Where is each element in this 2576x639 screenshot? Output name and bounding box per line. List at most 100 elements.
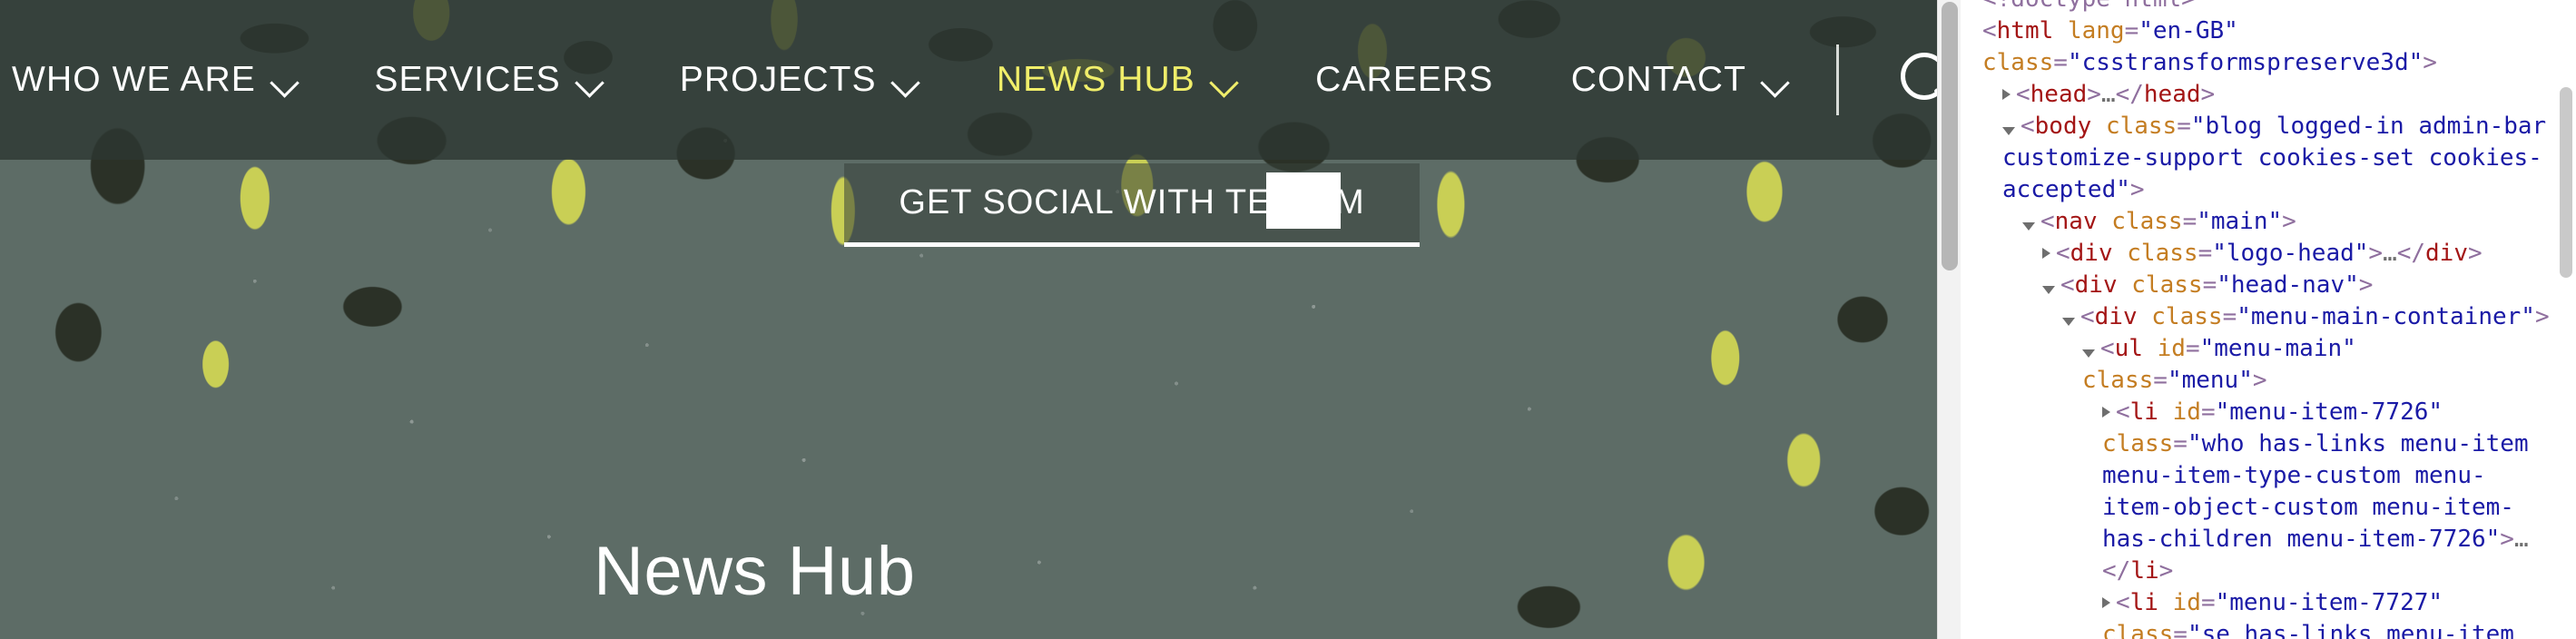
nav-item-label: PROJECTS bbox=[679, 60, 877, 99]
devtools-token bbox=[2356, 335, 2371, 362]
devtools-dom-node[interactable]: <div class="head-nav"> bbox=[1961, 270, 2556, 301]
devtools-dom-node[interactable]: <li id="menu-item-7726" class="who has-l… bbox=[1961, 397, 2556, 587]
chevron-down-icon bbox=[892, 69, 919, 96]
devtools-token: div bbox=[2074, 271, 2118, 299]
devtools-token: > bbox=[2534, 303, 2550, 330]
browser-window: WHO WE ARE SERVICES PROJECTS NEWS HUB CA… bbox=[0, 0, 2576, 639]
devtools-node-text: <head>…</head> bbox=[1961, 79, 2552, 111]
devtools-dom-node[interactable]: <head>…</head> bbox=[1961, 79, 2556, 111]
devtools-token: = bbox=[2200, 398, 2216, 426]
devtools-token: "en-GB" bbox=[2138, 17, 2238, 44]
devtools-token: = bbox=[2053, 49, 2068, 76]
devtools-token: </ bbox=[2115, 81, 2144, 108]
devtools-collapsed-triangle-icon[interactable] bbox=[2102, 407, 2110, 418]
devtools-token: > bbox=[2358, 271, 2374, 299]
devtools-token bbox=[2118, 271, 2132, 299]
devtools-token: head bbox=[2143, 81, 2201, 108]
devtools-token: class bbox=[2127, 240, 2198, 267]
chevron-down-icon bbox=[271, 69, 299, 96]
devtools-token: class bbox=[2151, 303, 2223, 330]
devtools-node-text: <html lang="en-GB" class="csstransformsp… bbox=[1961, 15, 2552, 79]
devtools-dom-node[interactable]: <!doctype html> bbox=[1961, 0, 2556, 15]
devtools-elements-panel: <!doctype html> <html lang="en-GB" class=… bbox=[1961, 0, 2576, 639]
chevron-down-icon bbox=[1211, 69, 1238, 96]
website-viewport: WHO WE ARE SERVICES PROJECTS NEWS HUB CA… bbox=[0, 0, 1961, 639]
nav-divider bbox=[1836, 44, 1839, 115]
nav-item-label: CONTACT bbox=[1570, 60, 1746, 99]
devtools-expanded-triangle-icon[interactable] bbox=[2062, 318, 2075, 326]
main-navigation: WHO WE ARE SERVICES PROJECTS NEWS HUB CA… bbox=[0, 0, 1961, 160]
devtools-token: id bbox=[2157, 335, 2186, 362]
devtools-token: = bbox=[2182, 208, 2197, 235]
devtools-token: class bbox=[2102, 621, 2174, 639]
chevron-down-icon bbox=[1762, 69, 1789, 96]
devtools-expanded-triangle-icon[interactable] bbox=[2022, 222, 2035, 231]
devtools-token: class bbox=[2082, 367, 2154, 394]
devtools-node-text: <li id="menu-item-7726" class="who has-l… bbox=[1961, 397, 2552, 587]
devtools-token: < bbox=[2116, 589, 2130, 616]
devtools-expanded-triangle-icon[interactable] bbox=[2002, 127, 2015, 135]
devtools-scrollbar-thumb[interactable] bbox=[2560, 87, 2572, 278]
devtools-dom-node[interactable]: <body class="blog logged-in admin-bar cu… bbox=[1961, 111, 2556, 206]
devtools-node-text: <div class="menu-main-container"> bbox=[1961, 301, 2552, 333]
devtools-token: = bbox=[2200, 589, 2216, 616]
nav-item-who-we-are[interactable]: WHO WE ARE bbox=[12, 53, 299, 107]
devtools-collapsed-triangle-icon[interactable] bbox=[2002, 89, 2011, 100]
nav-item-contact[interactable]: CONTACT bbox=[1571, 53, 1789, 107]
devtools-dom-tree[interactable]: <!doctype html> <html lang="en-GB" class=… bbox=[1961, 0, 2556, 639]
devtools-node-text: <body class="blog logged-in admin-bar cu… bbox=[1961, 111, 2552, 206]
devtools-token: < bbox=[2116, 398, 2130, 426]
devtools-token: … bbox=[2383, 240, 2397, 267]
devtools-token: </ bbox=[2102, 557, 2131, 585]
devtools-token: class bbox=[2105, 113, 2178, 140]
devtools-token: id bbox=[2172, 589, 2201, 616]
devtools-token: = bbox=[2153, 367, 2168, 394]
devtools-token bbox=[2053, 17, 2068, 44]
devtools-dom-node[interactable]: <html lang="en-GB" class="csstransformsp… bbox=[1961, 15, 2556, 79]
devtools-token: head bbox=[2030, 81, 2088, 108]
devtools-token: > bbox=[2129, 176, 2145, 203]
devtools-token: > bbox=[2500, 526, 2514, 553]
devtools-token bbox=[2143, 335, 2158, 362]
devtools-token: < bbox=[2056, 240, 2070, 267]
devtools-token: = bbox=[2197, 240, 2213, 267]
nav-item-services[interactable]: SERVICES bbox=[374, 53, 603, 107]
devtools-dom-node[interactable]: <ul id="menu-main" class="menu"> bbox=[1961, 333, 2556, 397]
devtools-token bbox=[2113, 240, 2128, 267]
devtools-dom-node[interactable]: <li id="menu-item-7727" class="se has-li… bbox=[1961, 587, 2556, 639]
devtools-collapsed-triangle-icon[interactable] bbox=[2102, 597, 2110, 608]
page-title: Hub bbox=[594, 635, 801, 639]
devtools-token: = bbox=[2124, 17, 2139, 44]
devtools-token: = bbox=[2202, 271, 2217, 299]
devtools-token bbox=[2158, 398, 2173, 426]
nav-item-careers[interactable]: CAREERS bbox=[1315, 53, 1493, 107]
devtools-dom-node[interactable]: <div class="menu-main-container"> bbox=[1961, 301, 2556, 333]
devtools-token: class bbox=[2102, 430, 2174, 457]
devtools-token bbox=[2443, 589, 2457, 616]
devtools-token: <!doctype html> bbox=[1982, 0, 2196, 13]
devtools-token: "menu-item-7727" bbox=[2215, 589, 2443, 616]
devtools-expanded-triangle-icon[interactable] bbox=[2082, 349, 2095, 358]
devtools-dom-node[interactable]: <div class="logo-head">…</div> bbox=[1961, 238, 2556, 270]
devtools-token: id bbox=[2172, 398, 2201, 426]
devtools-token: "csstransformspreserve3d" bbox=[2067, 49, 2424, 76]
devtools-token: html bbox=[1996, 17, 2054, 44]
devtools-dom-node[interactable]: <nav class="main"> bbox=[1961, 206, 2556, 238]
devtools-token: < bbox=[2080, 303, 2095, 330]
devtools-token: li bbox=[2129, 398, 2158, 426]
nav-item-projects[interactable]: PROJECTS bbox=[680, 53, 919, 107]
devtools-node-text: <nav class="main"> bbox=[1961, 206, 2552, 238]
devtools-token: </ bbox=[2396, 240, 2426, 267]
devtools-expanded-triangle-icon[interactable] bbox=[2042, 286, 2055, 294]
devtools-token: div bbox=[2070, 240, 2113, 267]
page-kicker: News Hub bbox=[594, 533, 916, 610]
devtools-scrollbar[interactable] bbox=[2556, 0, 2576, 639]
nav-item-news-hub[interactable]: NEWS HUB bbox=[997, 53, 1238, 107]
devtools-token: "menu-main" bbox=[2199, 335, 2356, 362]
devtools-token: … bbox=[2513, 526, 2529, 553]
page-scrollbar-thumb[interactable] bbox=[1942, 2, 1958, 270]
page-scrollbar[interactable] bbox=[1937, 0, 1961, 639]
chevron-down-icon bbox=[576, 69, 604, 96]
devtools-node-text: <ul id="menu-main" class="menu"> bbox=[1961, 333, 2552, 397]
devtools-collapsed-triangle-icon[interactable] bbox=[2042, 248, 2050, 259]
